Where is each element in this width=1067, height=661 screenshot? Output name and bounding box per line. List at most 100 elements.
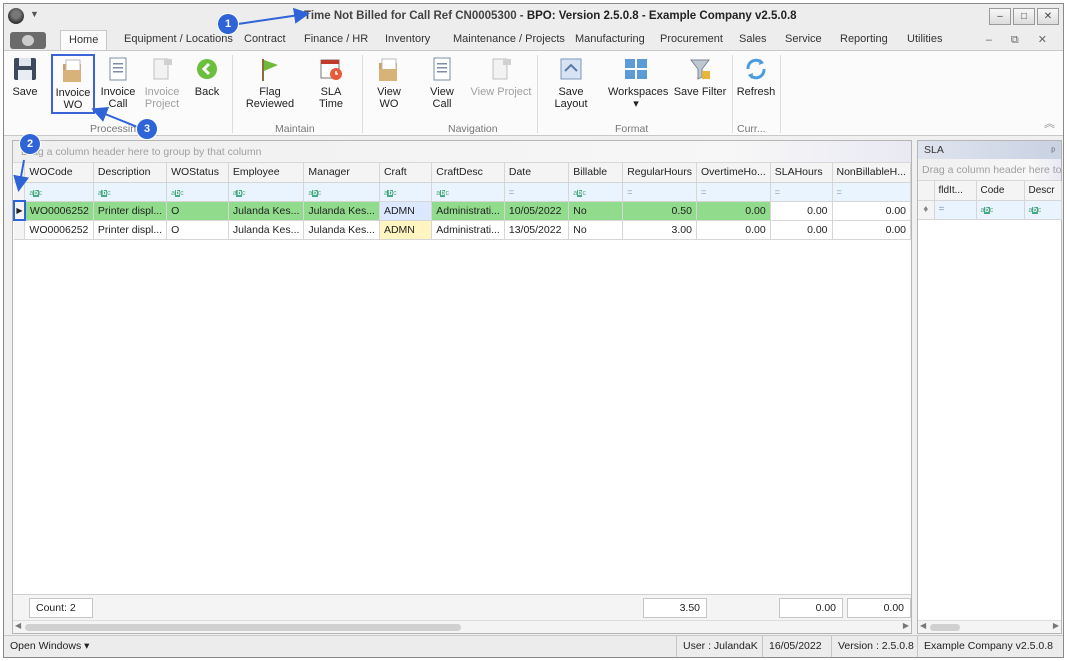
filter-cell[interactable]: =: [770, 182, 833, 202]
cell-date[interactable]: 13/05/2022: [504, 220, 570, 240]
tab-inventory[interactable]: Inventory: [385, 33, 430, 45]
save-layout-button[interactable]: Save Layout: [542, 55, 600, 110]
column-header-overtimehours[interactable]: OvertimeHo...: [696, 163, 771, 183]
tab-service[interactable]: Service: [785, 33, 822, 45]
cell-billable[interactable]: No: [568, 220, 624, 240]
cell-wostatus[interactable]: O: [166, 220, 229, 240]
invoice-project-button[interactable]: Invoice Project: [142, 55, 182, 110]
sla-time-button[interactable]: SLA Time: [308, 55, 354, 110]
invoice-wo-button[interactable]: Invoice WO: [51, 54, 95, 114]
filter-cell[interactable]: =: [504, 182, 570, 202]
back-button[interactable]: Back: [192, 55, 222, 98]
row-indicator[interactable]: [14, 220, 26, 240]
filter-cell[interactable]: =: [832, 182, 911, 202]
close-button[interactable]: ✕: [1037, 8, 1059, 25]
filter-cell[interactable]: abc: [568, 182, 624, 202]
cell-description[interactable]: Printer displ...: [93, 220, 168, 240]
maximize-button[interactable]: □: [1013, 8, 1035, 25]
cell-craft[interactable]: ADMN: [379, 201, 433, 221]
column-header-slahours[interactable]: SLAHours: [770, 163, 833, 183]
cell-nonbillablehours[interactable]: 0.00: [832, 201, 911, 221]
cell-slahours[interactable]: 0.00: [770, 201, 833, 221]
group-by-panel[interactable]: Drag a column header here to group by th…: [13, 141, 911, 163]
column-header-description[interactable]: Description: [93, 163, 168, 183]
tab-contract[interactable]: Contract: [244, 33, 286, 45]
filter-cell[interactable]: abc: [166, 182, 229, 202]
filter-cell[interactable]: abc: [431, 182, 505, 202]
cell-wostatus[interactable]: O: [166, 201, 229, 221]
column-header-craft[interactable]: Craft: [379, 163, 433, 183]
table-row[interactable]: ▶ WO0006252 Printer displ... O Julanda K…: [13, 200, 911, 221]
horizontal-scrollbar[interactable]: ◀ ▶: [13, 620, 911, 633]
column-header-date[interactable]: Date: [504, 163, 570, 183]
sla-column-header-flditem[interactable]: fldIt...: [934, 181, 977, 201]
pin-icon[interactable]: ᵖ: [1051, 143, 1055, 161]
column-header-manager[interactable]: Manager: [303, 163, 380, 183]
tab-sales[interactable]: Sales: [739, 33, 767, 45]
view-call-button[interactable]: View Call: [420, 55, 464, 110]
scrollbar-thumb[interactable]: [930, 624, 960, 631]
scroll-left-icon[interactable]: ◀: [15, 621, 21, 630]
row-indicator[interactable]: ▶: [13, 200, 26, 221]
column-header-wocode[interactable]: WOCode: [24, 163, 94, 183]
cell-date[interactable]: 10/05/2022: [504, 201, 570, 221]
scroll-right-icon[interactable]: ▶: [1053, 621, 1059, 630]
filter-cell[interactable]: abc: [379, 182, 433, 202]
filter-cell[interactable]: abc: [228, 182, 305, 202]
cell-manager[interactable]: Julanda Kes...: [303, 220, 380, 240]
table-row[interactable]: WO0006252 Printer displ... O Julanda Kes…: [14, 220, 911, 240]
scroll-left-icon[interactable]: ◀: [920, 621, 926, 630]
view-wo-button[interactable]: View WO: [368, 55, 410, 110]
sla-column-header-description[interactable]: Descr: [1024, 181, 1062, 201]
tab-equipment-locations[interactable]: Equipment / Locations: [124, 33, 233, 45]
tab-home[interactable]: Home: [60, 30, 108, 52]
tab-finance-hr[interactable]: Finance / HR: [304, 33, 368, 45]
flag-reviewed-button[interactable]: Flag Reviewed: [236, 55, 304, 110]
cell-regularhours[interactable]: 0.50: [622, 201, 697, 221]
tab-procurement[interactable]: Procurement: [660, 33, 723, 45]
cell-overtimehours[interactable]: 0.00: [696, 220, 771, 240]
cell-regularhours[interactable]: 3.00: [622, 220, 697, 240]
filter-cell[interactable]: =: [622, 182, 697, 202]
cell-employee[interactable]: Julanda Kes...: [228, 220, 305, 240]
cell-wocode[interactable]: WO0006252: [24, 201, 94, 221]
workspaces-dropdown[interactable]: Workspaces ▾: [608, 55, 668, 110]
minimize-button[interactable]: –: [989, 8, 1011, 25]
column-header-billable[interactable]: Billable: [568, 163, 624, 183]
column-header-employee[interactable]: Employee: [228, 163, 305, 183]
invoice-call-button[interactable]: Invoice Call: [100, 55, 136, 110]
scroll-right-icon[interactable]: ▶: [903, 621, 909, 630]
sla-group-by-panel[interactable]: Drag a column header here to g: [918, 159, 1061, 181]
app-logo-icon[interactable]: [8, 8, 24, 24]
cell-craftdesc[interactable]: Administrati...: [431, 201, 505, 221]
cell-employee[interactable]: Julanda Kes...: [228, 201, 305, 221]
save-filter-button[interactable]: Save Filter: [672, 55, 728, 98]
filter-cell[interactable]: =: [696, 182, 771, 202]
filter-cell[interactable]: abc: [1024, 200, 1062, 220]
filter-cell[interactable]: abc: [24, 182, 94, 202]
cell-billable[interactable]: No: [568, 201, 624, 221]
cell-description[interactable]: Printer displ...: [93, 201, 168, 221]
tab-maintenance-projects[interactable]: Maintenance / Projects: [453, 33, 565, 45]
cell-overtimehours[interactable]: 0.00: [696, 201, 771, 221]
save-button[interactable]: Save: [10, 55, 40, 98]
application-menu-button[interactable]: [10, 32, 46, 49]
scrollbar-thumb[interactable]: [25, 624, 461, 631]
filter-cell[interactable]: abc: [93, 182, 168, 202]
refresh-button[interactable]: Refresh: [736, 55, 776, 98]
sla-horizontal-scrollbar[interactable]: ◀ ▶: [918, 620, 1061, 633]
column-header-craftdesc[interactable]: CraftDesc: [431, 163, 505, 183]
cell-wocode[interactable]: WO0006252: [24, 220, 94, 240]
view-project-button[interactable]: View Project: [470, 55, 532, 98]
filter-cell[interactable]: abc: [303, 182, 380, 202]
column-header-nonbillablehours[interactable]: NonBillableH...: [832, 163, 911, 183]
mdi-window-controls[interactable]: – ⧉ ✕: [986, 33, 1055, 47]
column-header-wostatus[interactable]: WOStatus: [166, 163, 229, 183]
tab-reporting[interactable]: Reporting: [840, 33, 888, 45]
cell-craft[interactable]: ADMN: [379, 220, 433, 240]
filter-cell[interactable]: abc: [976, 200, 1025, 220]
tab-manufacturing[interactable]: Manufacturing: [575, 33, 645, 45]
filter-cell[interactable]: =: [934, 200, 977, 220]
cell-craftdesc[interactable]: Administrati...: [431, 220, 505, 240]
column-header-regularhours[interactable]: RegularHours: [622, 163, 697, 183]
